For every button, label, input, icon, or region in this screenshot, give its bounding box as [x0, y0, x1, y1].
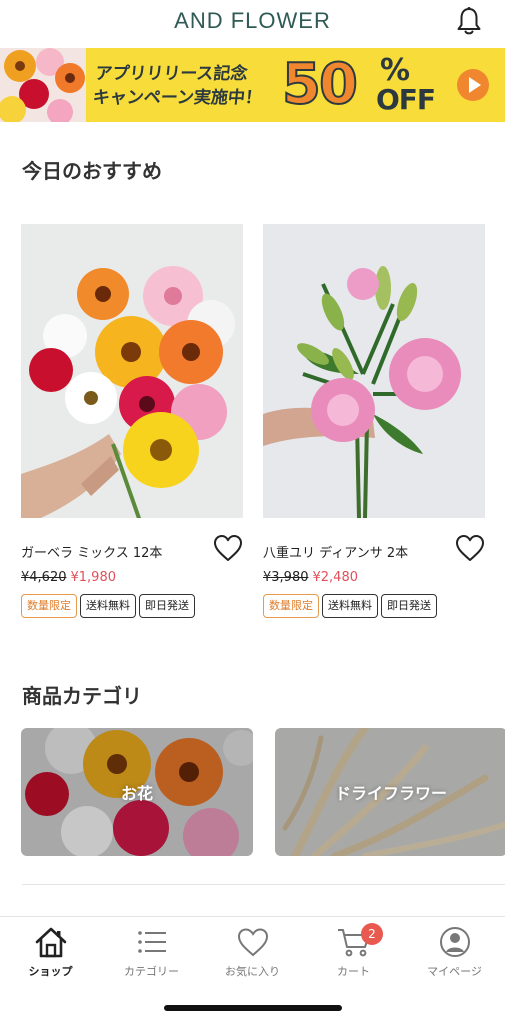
tab-label: マイページ — [427, 965, 482, 978]
cart-badge: 2 — [361, 923, 383, 945]
banner-discount: 50 — [281, 51, 359, 118]
app-header: AND FLOWER — [0, 0, 505, 48]
lily-photo — [263, 224, 485, 518]
sale-price: ¥1,980 — [70, 570, 117, 585]
product-name[interactable]: ガーベラ ミックス 12本 — [21, 542, 162, 561]
home-icon — [35, 927, 66, 958]
product-image[interactable] — [21, 224, 243, 518]
favorite-heart-icon[interactable] — [213, 534, 243, 562]
list-icon — [137, 931, 166, 953]
home-indicator — [164, 1005, 342, 1011]
tab-category[interactable]: カテゴリー — [101, 925, 202, 979]
notification-bell-icon[interactable] — [455, 6, 483, 36]
tag-free-shipping: 送料無料 — [322, 594, 378, 618]
favorite-heart-icon[interactable] — [455, 534, 485, 562]
product-card[interactable]: 八重ユリ ディアンサ 2本 ¥3,980 ¥2,480 数量限定 送料無料 即日発送 — [263, 224, 485, 618]
product-tags: 数量限定 送料無料 即日発送 — [263, 594, 440, 618]
banner-line2: キャンペーン実施中！ — [91, 88, 263, 108]
price-row: ¥3,980 ¥2,480 — [263, 570, 358, 585]
sale-price: ¥2,480 — [312, 570, 359, 585]
tab-mypage[interactable]: マイページ — [404, 925, 505, 979]
category-dried-flowers[interactable]: ドライフラワー — [275, 728, 505, 856]
tab-label: ショップ — [28, 965, 73, 978]
tab-shop[interactable]: ショップ — [0, 925, 101, 979]
tag-free-shipping: 送料無料 — [80, 594, 136, 618]
banner-off: OFF — [376, 83, 436, 116]
tag-same-day: 即日発送 — [139, 594, 195, 618]
original-price: ¥3,980 — [263, 570, 309, 585]
product-tags: 数量限定 送料無料 即日発送 — [21, 594, 198, 618]
tab-cart[interactable]: 2 カート — [303, 923, 404, 979]
campaign-banner[interactable]: アプリリリース記念 キャンペーン実施中！ 50 % OFF — [0, 48, 505, 122]
categories-title: 商品カテゴリ — [22, 684, 142, 708]
user-icon — [439, 927, 470, 957]
heart-icon — [237, 928, 268, 957]
category-label: お花 — [120, 784, 153, 803]
divider — [22, 884, 505, 885]
product-name[interactable]: 八重ユリ ディアンサ 2本 — [263, 542, 408, 561]
category-flowers[interactable]: お花 — [21, 728, 253, 856]
tag-limited: 数量限定 — [21, 594, 77, 618]
gerbera-photo — [21, 224, 243, 518]
category-label: ドライフラワー — [334, 784, 447, 803]
original-price: ¥4,620 — [21, 570, 67, 585]
tab-label: カテゴリー — [124, 965, 179, 978]
product-card[interactable]: ガーベラ ミックス 12本 ¥4,620 ¥1,980 数量限定 送料無料 即日発送 — [21, 224, 243, 618]
banner-line1: アプリリリース記念 — [94, 64, 249, 84]
recommend-title: 今日のおすすめ — [22, 159, 162, 183]
product-image[interactable] — [263, 224, 485, 518]
banner-percent: % — [380, 53, 411, 88]
tag-limited: 数量限定 — [263, 594, 319, 618]
brand-logo[interactable]: AND FLOWER — [0, 8, 505, 34]
tag-same-day: 即日発送 — [381, 594, 437, 618]
price-row: ¥4,620 ¥1,980 — [21, 570, 116, 585]
tab-label: カート — [337, 965, 370, 978]
banner-flower-image — [0, 48, 86, 122]
tab-label: お気に入り — [225, 965, 280, 978]
play-icon[interactable] — [457, 69, 489, 101]
banner-text: アプリリリース記念 キャンペーン実施中！ — [91, 62, 265, 110]
tab-favorites[interactable]: お気に入り — [202, 925, 303, 979]
